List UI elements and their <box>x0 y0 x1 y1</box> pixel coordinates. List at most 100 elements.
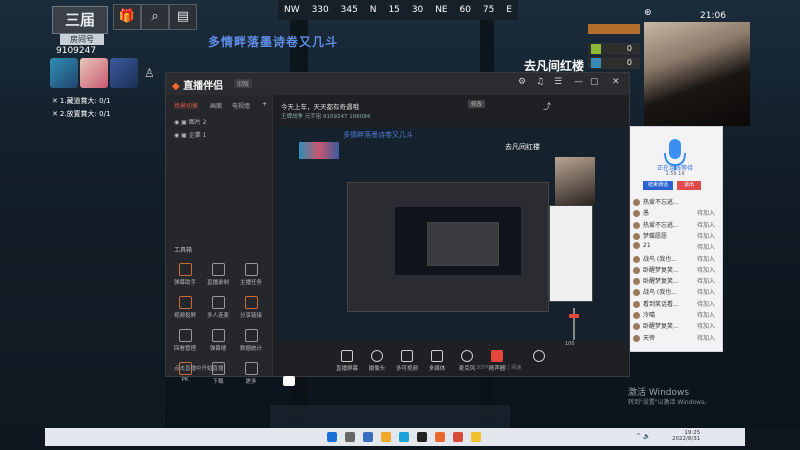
tool-button[interactable]: 视频投屏 <box>172 296 198 319</box>
lock-icon[interactable]: ▣ <box>181 132 187 139</box>
avatar[interactable] <box>50 58 78 88</box>
add-scene-icon[interactable]: + <box>262 101 267 108</box>
voice-user-row[interactable]: 热爱不忘逃... 待加入 <box>633 220 719 231</box>
version-badge[interactable]: 旧版 <box>234 79 253 88</box>
voice-user-name: 热爱不忘逃... <box>643 221 679 229</box>
media-button[interactable]: 多媒体 <box>421 350 453 372</box>
task-item: ✕ 1.藏道賞大: 0/1 <box>52 97 111 105</box>
tab-tv-wall[interactable]: 电视墙 <box>232 101 250 110</box>
windows-start-icon[interactable] <box>327 432 337 442</box>
voice-user-row[interactable]: 冷噶 待加入 <box>633 310 719 321</box>
voice-user-row[interactable]: 天帝 待加入 <box>633 333 719 344</box>
minimize-icon[interactable]: — <box>574 77 583 87</box>
screen-capture-button[interactable]: 直播屏幕 <box>331 350 363 372</box>
nested-room-title: 去凡间红楼 <box>505 143 540 151</box>
voice-user-state: 待加入 <box>696 312 715 319</box>
eye-icon[interactable]: ◉ <box>174 119 179 126</box>
bell-icon[interactable]: ♫ <box>536 77 544 87</box>
speaker-icon <box>491 350 503 362</box>
exit-button[interactable]: 退出 <box>677 181 701 190</box>
tool-button[interactable]: 弹幕墙 <box>205 329 231 352</box>
voice-user-row[interactable]: 战鸟 (我也... 待加入 <box>633 287 719 298</box>
tool-button[interactable]: 弹幕助手 <box>172 263 198 286</box>
nested-webcam <box>555 157 595 205</box>
tab-canvas[interactable]: 画面 <box>210 101 222 110</box>
video-button[interactable]: 多可视频 <box>391 350 423 372</box>
voice-user-row[interactable]: 热爱不忘逃... <box>633 197 719 208</box>
folder-icon[interactable] <box>381 432 391 442</box>
voice-user-state: 待加入 <box>696 232 715 240</box>
gift-button[interactable]: 🎁 <box>113 4 141 30</box>
voice-user-row[interactable]: 梦蝶愿愿 待加入 <box>633 231 719 242</box>
avatar <box>633 199 640 206</box>
edge-icon[interactable] <box>399 432 409 442</box>
voice-user-state: 待加入 <box>696 266 715 274</box>
volume-slider-knob[interactable] <box>569 314 579 318</box>
tool-button[interactable]: 直播录制 <box>205 263 231 286</box>
signal-icon[interactable]: ⊛ <box>644 8 652 18</box>
voice-user-name: 战鸟 (我也... <box>643 255 677 263</box>
voice-user-row[interactable]: 愚 待加入 <box>633 208 719 219</box>
voice-user-row[interactable]: 看到笑话看... 待加入 <box>633 299 719 310</box>
avatar[interactable] <box>80 58 108 88</box>
tab-scenes[interactable]: 场景切换 <box>174 101 198 110</box>
volume-slider[interactable] <box>573 308 575 340</box>
voice-user-name: 天帝 <box>643 334 656 342</box>
camera-icon <box>371 350 383 362</box>
video-icon <box>401 350 413 362</box>
stat-bar <box>588 24 640 34</box>
chat-icon[interactable] <box>283 376 295 386</box>
voice-user-row[interactable]: 卧醒梦复笑... 待加入 <box>633 265 719 276</box>
scene-item[interactable]: ◉ ▣ 企業 1 <box>174 130 207 139</box>
close-icon: ✕ <box>52 97 58 105</box>
clock: 21:06 <box>700 11 726 21</box>
maximize-icon[interactable]: ▢ <box>590 77 599 87</box>
person-icon[interactable]: ♙ <box>144 66 155 80</box>
edit-announcement-button[interactable]: 修改 <box>468 100 486 108</box>
tool-icon <box>244 362 258 375</box>
avatar[interactable] <box>110 58 138 88</box>
media-icon <box>431 350 443 362</box>
scene-item[interactable]: ◉ ▣ 图片 2 <box>174 117 207 126</box>
webcam-feed <box>644 22 750 126</box>
camera-button[interactable]: 摄像头 <box>361 350 393 372</box>
search-icon: ⌕ <box>151 9 159 24</box>
end-call-button[interactable]: 结束通话 <box>643 181 673 190</box>
game-app-icon[interactable] <box>435 432 445 442</box>
book-button[interactable]: ▤ <box>169 4 197 30</box>
streaming-app-icon[interactable] <box>453 432 463 442</box>
chat-app-icon[interactable] <box>471 432 481 442</box>
voice-panel: 正在连线等待 1.58.19 结束通话 退出 热爱不忘逃... 愚待加入 热爱不忘逃… <box>628 126 723 352</box>
voice-user-name: 热爱不忘逃... <box>643 199 679 206</box>
voice-user-row[interactable]: 战鸟 (我也... 待加入 <box>633 254 719 265</box>
tool-button[interactable]: 主播任务 <box>238 263 264 286</box>
volume-icon[interactable]: 🔈 <box>643 433 650 440</box>
widgets-icon[interactable] <box>363 432 373 442</box>
tool-label: 主播任务 <box>239 280 262 286</box>
lock-icon[interactable]: ▣ <box>181 119 187 126</box>
tool-button[interactable]: 回看管理 <box>172 329 198 352</box>
tool-label: 弹幕助手 <box>173 280 196 286</box>
activate-windows-hint: 转到"设置"以激活 Windows。 <box>628 399 711 406</box>
chevron-up-icon[interactable]: ^ <box>636 433 641 440</box>
close-icon[interactable]: ✕ <box>612 77 620 87</box>
voice-user-row[interactable]: 卧醒梦复笑... 待加入 <box>633 321 719 332</box>
tool-button[interactable]: 数据统计 <box>238 329 264 352</box>
menu-icon[interactable]: ☰ <box>554 77 562 87</box>
gear-icon[interactable]: ⚙ <box>518 77 526 87</box>
tool-button[interactable]: 多人连麦 <box>205 296 231 319</box>
tool-label: 数据统计 <box>239 346 262 352</box>
voice-user-row[interactable]: 卧醒梦复笑... 待加入 <box>633 276 719 287</box>
voice-user-state: 待加入 <box>696 334 715 342</box>
settings-button[interactable] <box>523 350 555 364</box>
search-icon[interactable] <box>345 432 355 442</box>
share-icon[interactable]: ⤴ <box>543 101 551 112</box>
search-button[interactable]: ⌕ <box>141 4 169 30</box>
voice-user-name: 战鸟 (我也... <box>643 289 677 297</box>
qq-icon[interactable] <box>417 432 427 442</box>
tool-button[interactable]: 分享链接 <box>238 296 264 319</box>
tool-button[interactable]: 更多 <box>238 362 264 385</box>
voice-user-row[interactable]: 21 待加入 <box>633 242 719 253</box>
eye-icon[interactable]: ◉ <box>174 132 179 139</box>
streaming-app-window: ◆ 直播伴侣 旧版 ⚙ ♫ ☰ — ▢ ✕ 场景切换 画面 电视墙 + ◉ ▣ … <box>165 72 630 385</box>
